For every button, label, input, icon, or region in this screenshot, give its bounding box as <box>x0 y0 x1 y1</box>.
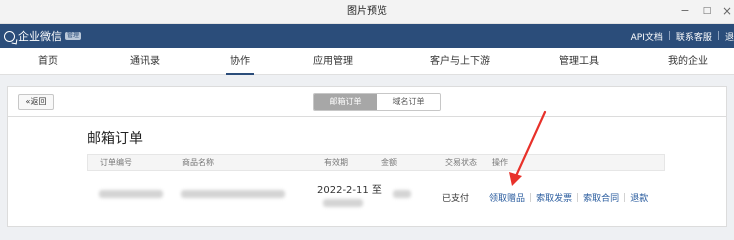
table-row: 2022-2-11 至 已支付 领取赠品 | 索取发票 | 索取合同 | 退款 <box>87 171 665 213</box>
header-links: API文档 | 联系客服 | 退 <box>631 24 734 48</box>
contact-support-link[interactable]: 联系客服 <box>676 30 712 43</box>
header-divider: | <box>667 31 671 41</box>
page-title: 邮箱订单 <box>87 131 143 147</box>
action-divider: | <box>623 192 627 203</box>
window-title-bar: 图片预览 − □ × <box>0 0 734 24</box>
amount-redacted <box>393 190 411 198</box>
order-type-switch: 邮箱订单 域名订单 <box>313 93 441 111</box>
segment-mailbox-orders[interactable]: 邮箱订单 <box>314 94 377 110</box>
header-divider: | <box>716 31 720 41</box>
segment-domain-orders[interactable]: 域名订单 <box>377 94 440 110</box>
column-validity: 有效期 <box>324 158 348 167</box>
tab-contacts[interactable]: 通讯录 <box>125 48 165 75</box>
table-header: 订单编号 商品名称 有效期 金额 交易状态 操作 <box>87 154 665 171</box>
tab-management-tools[interactable]: 管理工具 <box>551 48 607 75</box>
row-actions: 领取赠品 | 索取发票 | 索取合同 | 退款 <box>489 191 648 205</box>
minimize-icon[interactable]: − <box>674 0 696 24</box>
orders-card: 邮箱订单 订单编号 商品名称 有效期 金额 交易状态 操作 2022-2-11 … <box>7 117 727 227</box>
column-order-id: 订单编号 <box>100 158 132 167</box>
tab-my-enterprise[interactable]: 我的企业 <box>660 48 716 75</box>
close-icon[interactable]: × <box>716 0 734 24</box>
validity-end-redacted <box>323 199 363 207</box>
maximize-icon[interactable]: □ <box>696 0 718 24</box>
request-invoice-link[interactable]: 索取发票 <box>536 191 572 204</box>
request-contract-link[interactable]: 索取合同 <box>583 191 619 204</box>
claim-gift-link[interactable]: 领取赠品 <box>489 191 525 204</box>
status-badge: 已支付 <box>442 194 470 204</box>
tab-collaboration[interactable]: 协作 <box>222 48 258 75</box>
column-amount: 金额 <box>381 158 397 167</box>
main-nav: 首页 通讯录 协作 应用管理 客户与上下游 管理工具 我的企业 <box>0 48 734 75</box>
window-title: 图片预览 <box>347 6 387 17</box>
api-docs-link[interactable]: API文档 <box>631 30 663 43</box>
logout-link[interactable]: 退 <box>725 30 734 43</box>
brand-name: 企业微信 <box>18 30 62 43</box>
column-product-name: 商品名称 <box>182 158 214 167</box>
admin-badge: 管理 <box>65 32 82 40</box>
tab-home[interactable]: 首页 <box>33 48 63 75</box>
chat-bubble-icon <box>4 30 15 42</box>
app-header: 企业微信 管理 API文档 | 联系客服 | 退 <box>0 24 734 48</box>
order-id-redacted <box>99 190 163 198</box>
validity-date: 2022-2-11 至 <box>317 185 382 196</box>
column-actions: 操作 <box>492 158 508 167</box>
brand-logo[interactable]: 企业微信 管理 <box>4 24 82 48</box>
product-name-redacted <box>181 190 285 198</box>
refund-link[interactable]: 退款 <box>630 191 648 204</box>
order-toolbar: «返回 邮箱订单 域名订单 <box>7 86 727 117</box>
column-status: 交易状态 <box>445 158 477 167</box>
action-divider: | <box>576 192 580 203</box>
action-divider: | <box>529 192 533 203</box>
tab-app-management[interactable]: 应用管理 <box>305 48 361 75</box>
tab-customers-partners[interactable]: 客户与上下游 <box>420 48 500 75</box>
back-button[interactable]: «返回 <box>18 94 54 110</box>
